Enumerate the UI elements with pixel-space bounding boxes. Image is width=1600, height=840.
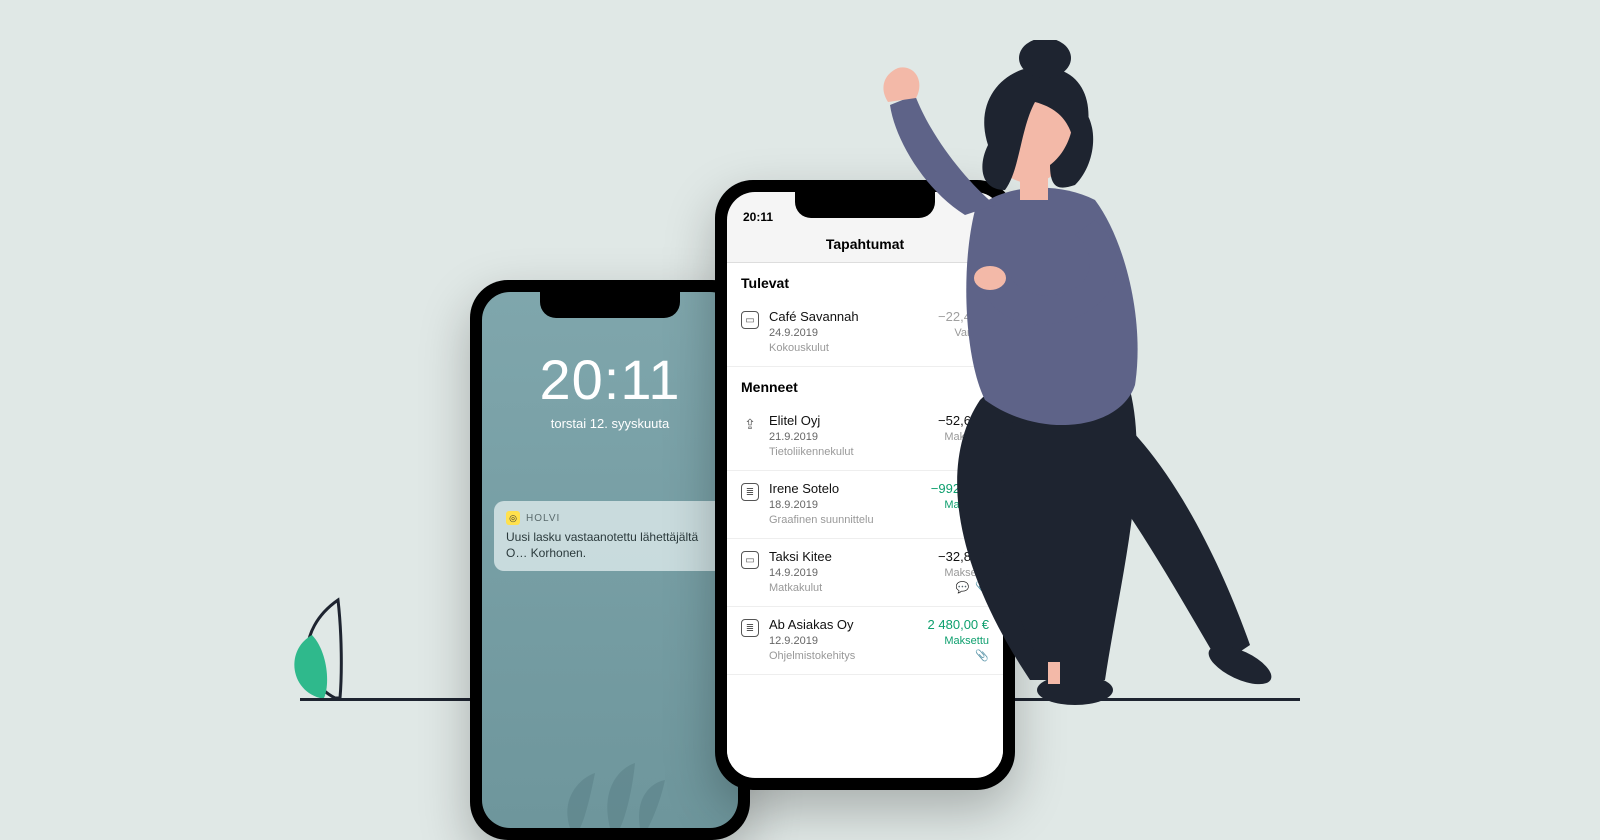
lockscreen-plant bbox=[540, 738, 680, 828]
status-time: 20:11 bbox=[743, 210, 773, 224]
lock-clock: 20:11 bbox=[482, 347, 738, 412]
phone-notch bbox=[540, 292, 680, 318]
receipt-icon: ≣ bbox=[741, 619, 759, 637]
notification-body: Uusi lasku vastaanotettu lähettäjältä O…… bbox=[506, 529, 714, 561]
woman-illustration bbox=[870, 40, 1310, 720]
receipt-icon: ≣ bbox=[741, 483, 759, 501]
illustration-stage: 20:11 torstai 12. syyskuuta ◎ HOLVI Uusi… bbox=[0, 0, 1600, 762]
upload-icon: ⇪ bbox=[741, 415, 759, 433]
notification-card[interactable]: ◎ HOLVI Uusi lasku vastaanotettu lähettä… bbox=[494, 501, 726, 571]
card-icon: ▭ bbox=[741, 311, 759, 329]
lock-date: torstai 12. syyskuuta bbox=[482, 416, 738, 431]
card-icon: ▭ bbox=[741, 551, 759, 569]
holvi-app-icon: ◎ bbox=[506, 511, 520, 525]
phone-lockscreen: 20:11 torstai 12. syyskuuta ◎ HOLVI Uusi… bbox=[470, 280, 750, 840]
leaf-decoration bbox=[290, 590, 390, 700]
phone-notch bbox=[795, 192, 935, 218]
notification-app-name: HOLVI bbox=[526, 513, 560, 524]
